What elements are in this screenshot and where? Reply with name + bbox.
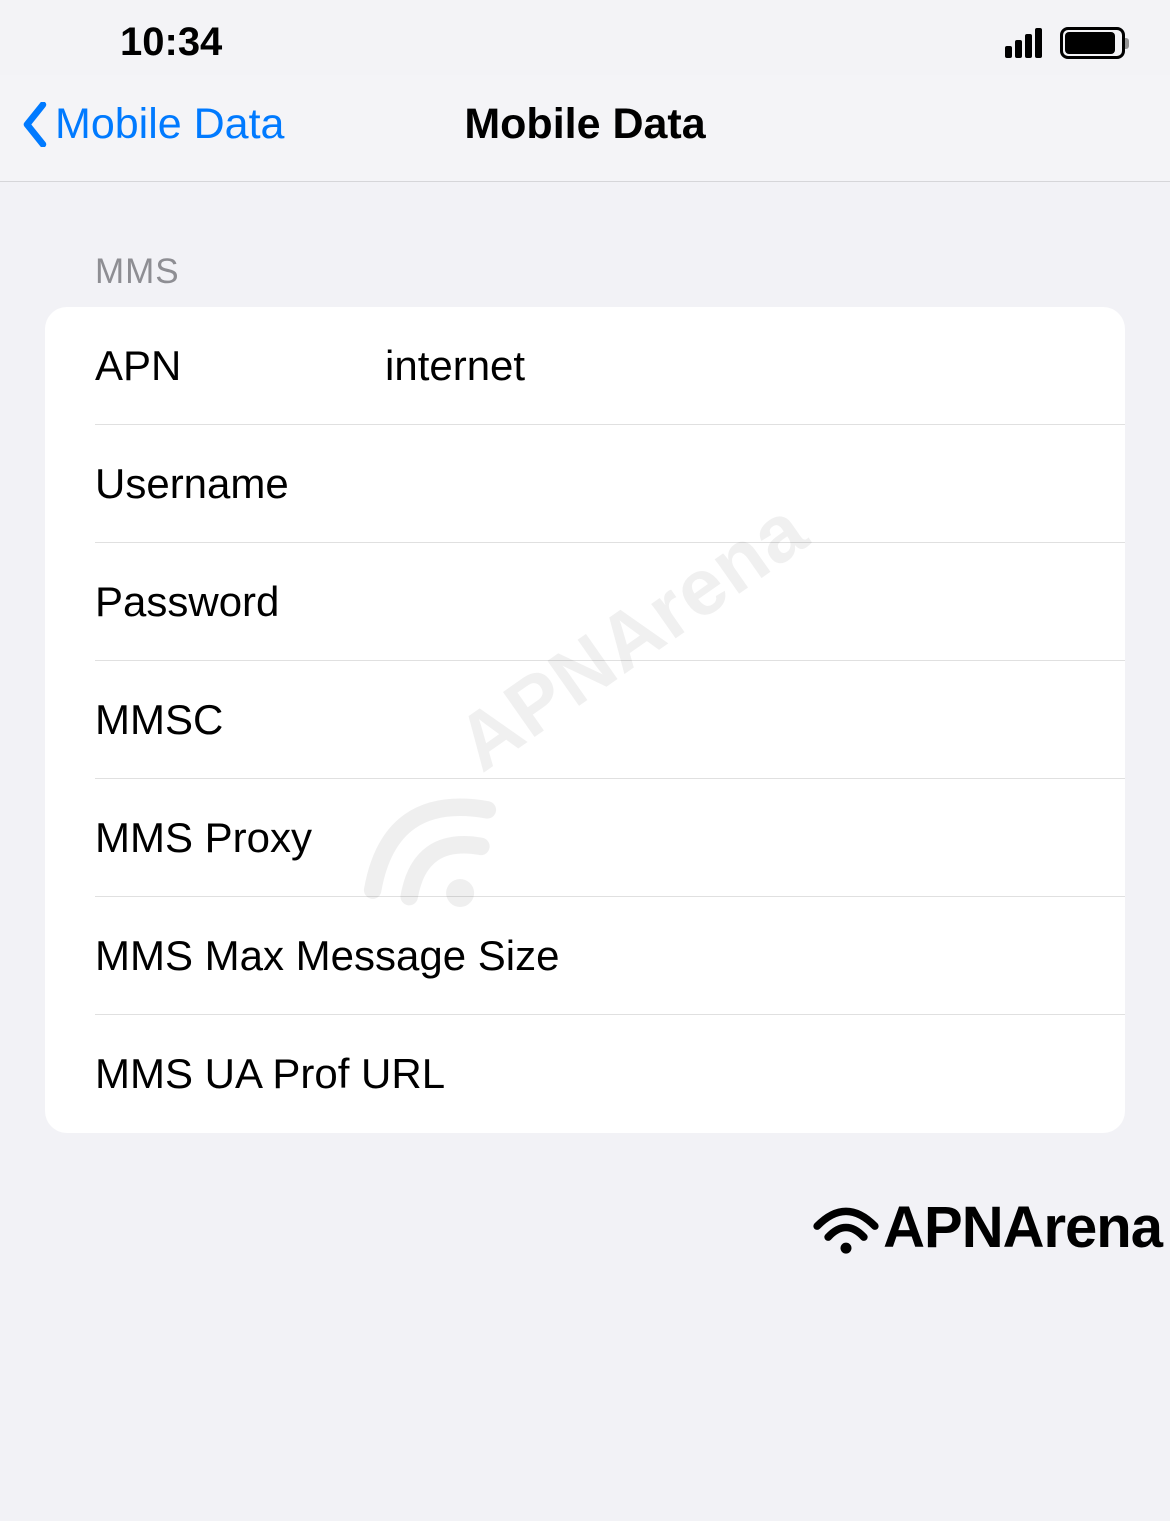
setting-label-mms-max-size: MMS Max Message Size [95, 932, 559, 980]
watermark-footer-text: APNArena [883, 1194, 1162, 1261]
back-button[interactable]: Mobile Data [20, 100, 284, 149]
setting-row-mms-proxy[interactable]: MMS Proxy [95, 779, 1125, 897]
wifi-icon [811, 1200, 881, 1255]
status-time: 10:34 [120, 20, 222, 65]
setting-row-password[interactable]: Password [95, 543, 1125, 661]
battery-icon [1060, 27, 1125, 59]
setting-row-username[interactable]: Username [95, 425, 1125, 543]
chevron-left-icon [20, 102, 50, 147]
nav-bar: Mobile Data Mobile Data [0, 75, 1170, 182]
setting-label-apn: APN [95, 342, 385, 390]
setting-row-apn[interactable]: APN internet [95, 307, 1125, 425]
watermark-footer: APNArena [811, 1194, 1162, 1261]
status-bar: 10:34 [0, 0, 1170, 75]
setting-row-mms-max-size[interactable]: MMS Max Message Size [95, 897, 1125, 1015]
settings-group-mms: APN internet Username Password MMSC MMS … [45, 307, 1125, 1133]
status-indicators [1005, 27, 1125, 59]
setting-row-mms-ua-prof[interactable]: MMS UA Prof URL [95, 1015, 1125, 1133]
setting-label-username: Username [95, 460, 289, 508]
setting-label-mmsc: MMSC [95, 696, 223, 744]
back-label: Mobile Data [55, 100, 284, 149]
setting-value-apn[interactable]: internet [385, 342, 1125, 390]
page-title: Mobile Data [464, 100, 705, 149]
setting-label-password: Password [95, 578, 279, 626]
section-header-mms: MMS [0, 182, 1170, 307]
setting-label-mms-ua-prof: MMS UA Prof URL [95, 1050, 445, 1098]
setting-label-mms-proxy: MMS Proxy [95, 814, 312, 862]
signal-icon [1005, 28, 1042, 58]
setting-row-mmsc[interactable]: MMSC [95, 661, 1125, 779]
